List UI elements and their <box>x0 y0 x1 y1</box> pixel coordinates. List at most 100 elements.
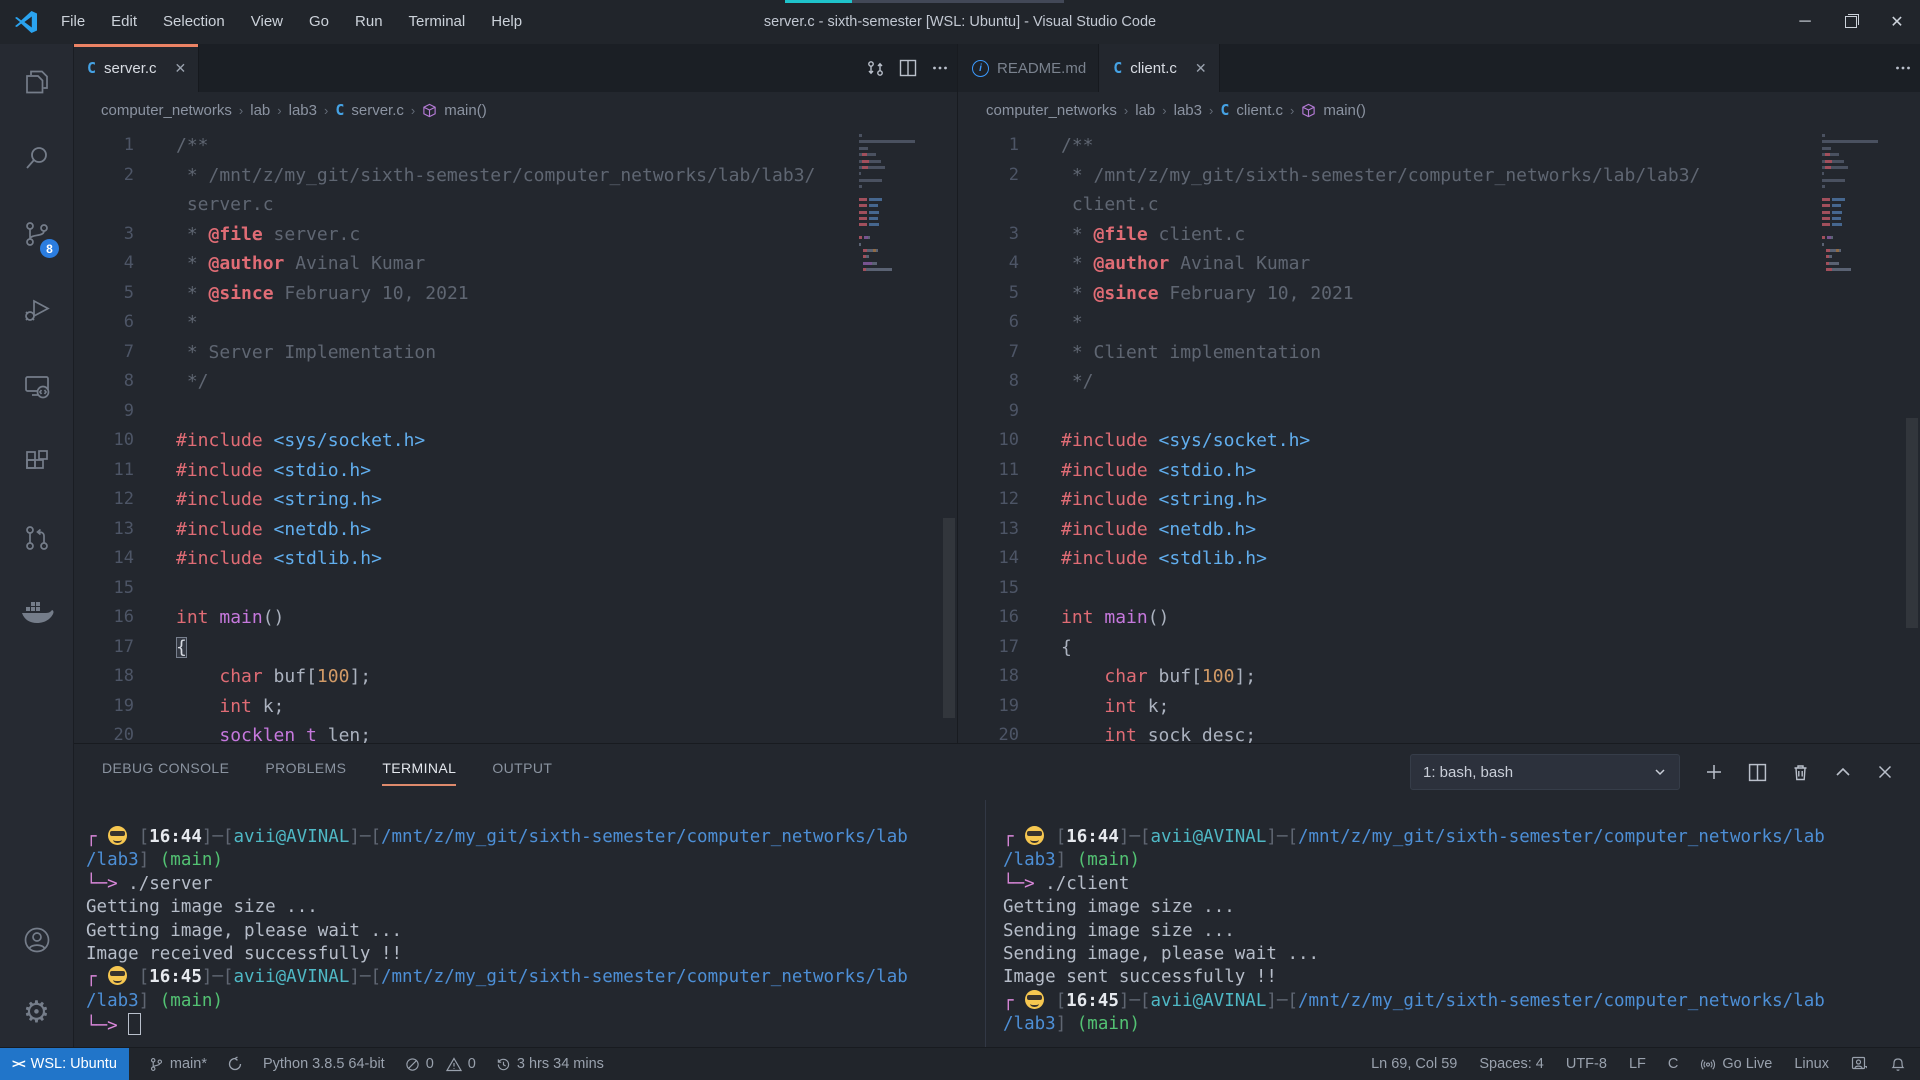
terminal-cursor <box>128 1013 141 1035</box>
scrollbar[interactable] <box>1906 418 1918 628</box>
code-line: 16int main() <box>73 603 957 633</box>
new-terminal-icon[interactable] <box>1704 762 1724 782</box>
terminal-line: ┌ [16:44]─[avii@AVINAL]─[/mnt/z/my_git/s… <box>1003 826 1920 849</box>
kill-terminal-icon[interactable] <box>1791 763 1810 782</box>
breadcrumb-item[interactable]: computer_networks <box>986 102 1117 119</box>
more-actions-icon[interactable] <box>931 59 949 77</box>
cursor-position-item[interactable]: Ln 69, Col 59 <box>1371 1056 1457 1072</box>
remote-explorer-icon[interactable] <box>0 348 73 424</box>
terminal-pane-server[interactable]: ┌ [16:44]─[avii@AVINAL]─[/mnt/z/my_git/s… <box>73 800 985 1049</box>
breadcrumb: computer_networks› lab› lab3› C client.c… <box>958 92 1920 128</box>
code-line: 7 * Client implementation <box>958 338 1920 368</box>
split-editor-icon[interactable] <box>899 59 917 77</box>
menu-selection[interactable]: Selection <box>150 0 238 44</box>
breadcrumb-item[interactable]: main() <box>444 102 487 119</box>
run-debug-icon[interactable] <box>0 272 73 348</box>
time-tracker-item[interactable]: 3 hrs 34 mins <box>496 1056 604 1072</box>
warnings-count: 0 <box>468 1056 476 1072</box>
editor-group-left: C server.c ✕ <box>73 44 957 743</box>
explorer-icon[interactable] <box>0 44 73 120</box>
code-line: 3 * @file client.c <box>958 220 1920 250</box>
terminal-picker-value: 1: bash, bash <box>1423 764 1513 781</box>
split-terminal-icon[interactable] <box>1748 763 1767 782</box>
breadcrumb-item[interactable]: lab <box>1135 102 1155 119</box>
panel-tab-problems[interactable]: PROBLEMS <box>265 754 346 790</box>
close-panel-icon[interactable] <box>1876 763 1894 781</box>
sync-changes-item[interactable] <box>227 1056 243 1072</box>
source-control-icon[interactable]: 8 <box>0 196 73 272</box>
minimap[interactable] <box>1822 134 1880 275</box>
tab-client-c[interactable]: C client.c ✕ <box>1099 44 1219 92</box>
tab-readme-md[interactable]: i README.md <box>958 44 1099 92</box>
docker-icon[interactable] <box>0 576 73 652</box>
menu-edit[interactable]: Edit <box>98 0 150 44</box>
menu-view[interactable]: View <box>238 0 296 44</box>
menu-terminal[interactable]: Terminal <box>396 0 479 44</box>
code-editor-client[interactable]: 1/**2 * /mnt/z/my_git/sixth-semester/com… <box>958 128 1920 743</box>
feedback-icon <box>1851 1056 1868 1072</box>
menu-run[interactable]: Run <box>342 0 396 44</box>
language-mode-item[interactable]: C <box>1668 1056 1678 1072</box>
github-pr-icon[interactable] <box>0 500 73 576</box>
os-item[interactable]: Linux <box>1794 1056 1829 1072</box>
python-interpreter-item[interactable]: Python 3.8.5 64-bit <box>263 1056 385 1072</box>
activity-bar: 8 <box>0 44 74 1048</box>
feedback-item[interactable] <box>1851 1056 1868 1072</box>
breadcrumb-item[interactable]: main() <box>1323 102 1366 119</box>
breadcrumb-item[interactable]: client.c <box>1236 102 1283 119</box>
breadcrumb-item[interactable]: computer_networks <box>101 102 232 119</box>
encoding-item[interactable]: UTF-8 <box>1566 1056 1607 1072</box>
accounts-icon[interactable] <box>0 902 73 978</box>
minimap[interactable] <box>859 134 917 275</box>
more-actions-icon[interactable] <box>1894 59 1912 77</box>
close-tab-icon[interactable]: ✕ <box>175 60 187 77</box>
sunglasses-emoji <box>1025 826 1044 845</box>
problems-item[interactable]: 0 0 <box>405 1056 476 1072</box>
close-tab-icon[interactable]: ✕ <box>1195 60 1207 77</box>
panel-tab-output[interactable]: OUTPUT <box>492 754 552 790</box>
panel-header: DEBUG CONSOLE PROBLEMS TERMINAL OUTPUT 1… <box>73 744 1920 800</box>
code-line: 4 * @author Avinal Kumar <box>958 249 1920 279</box>
terminal-picker-dropdown[interactable]: 1: bash, bash <box>1410 754 1680 790</box>
top-accent-strip <box>785 0 852 3</box>
panel-tab-debug-console[interactable]: DEBUG CONSOLE <box>102 754 229 790</box>
settings-gear-icon[interactable]: ⚙ <box>0 978 73 1048</box>
breadcrumb-item[interactable]: server.c <box>351 102 404 119</box>
code-editor-server[interactable]: 1/**2 * /mnt/z/my_git/sixth-semester/com… <box>73 128 957 743</box>
remote-indicator[interactable]: >< WSL: Ubuntu <box>0 1048 129 1080</box>
extensions-icon[interactable] <box>0 424 73 500</box>
terminal-line: Sending image, please wait ... <box>1003 943 1920 966</box>
go-live-item[interactable]: Go Live <box>1700 1056 1772 1072</box>
breadcrumb-item[interactable]: lab3 <box>1174 102 1202 119</box>
terminal-line: Getting image size ... <box>86 896 985 919</box>
tab-label: client.c <box>1130 60 1177 77</box>
menu-help[interactable]: Help <box>478 0 535 44</box>
eol-item[interactable]: LF <box>1629 1056 1646 1072</box>
tab-server-c[interactable]: C server.c ✕ <box>73 44 199 92</box>
maximize-panel-icon[interactable] <box>1834 763 1852 781</box>
notifications-bell-item[interactable] <box>1890 1056 1906 1072</box>
search-icon[interactable] <box>0 120 73 196</box>
indentation-item[interactable]: Spaces: 4 <box>1479 1056 1544 1072</box>
sync-icon <box>227 1056 243 1072</box>
restore-button[interactable] <box>1828 0 1874 44</box>
open-changes-icon[interactable] <box>866 59 885 78</box>
breadcrumb-item[interactable]: lab <box>250 102 270 119</box>
code-line: client.c <box>958 190 1920 220</box>
minimize-button[interactable]: ─ <box>1782 0 1828 44</box>
python-label: Python 3.8.5 64-bit <box>263 1056 385 1072</box>
git-branch-item[interactable]: main* <box>149 1056 207 1072</box>
close-button[interactable]: ✕ <box>1874 0 1920 44</box>
code-line: 14#include <stdlib.h> <box>73 544 957 574</box>
breadcrumb-item[interactable]: lab3 <box>289 102 317 119</box>
code-line: 7 * Server Implementation <box>73 338 957 368</box>
scrollbar[interactable] <box>943 518 955 718</box>
menu-file[interactable]: File <box>48 0 98 44</box>
panel-tab-terminal[interactable]: TERMINAL <box>382 754 456 790</box>
code-line: server.c <box>73 190 957 220</box>
terminal-line: ┌ [16:45]─[avii@AVINAL]─[/mnt/z/my_git/s… <box>86 966 985 989</box>
vscode-logo-icon <box>14 10 38 34</box>
chevron-down-icon <box>1653 765 1667 779</box>
menu-go[interactable]: Go <box>296 0 342 44</box>
terminal-pane-client[interactable]: ┌ [16:44]─[avii@AVINAL]─[/mnt/z/my_git/s… <box>985 800 1920 1049</box>
